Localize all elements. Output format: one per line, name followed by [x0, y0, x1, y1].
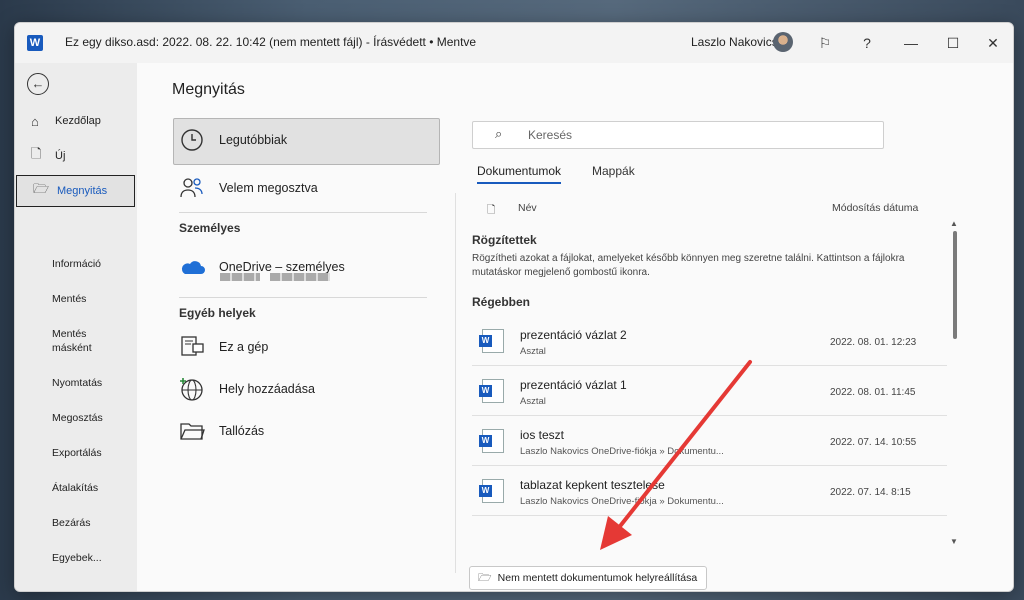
cloud-icon	[179, 254, 205, 280]
document-header-icon: 🗋	[487, 204, 496, 216]
sidebar-item-export[interactable]: Exportálás	[52, 446, 102, 460]
sidebar-item-label: másként	[52, 342, 92, 354]
search-input[interactable]: ⌕ Keresés	[472, 121, 884, 149]
column-header-modified[interactable]: Módosítás dátuma	[832, 202, 918, 214]
sidebar-item-share[interactable]: Megosztás	[52, 411, 103, 425]
sidebar-item-info[interactable]: Információ	[52, 257, 101, 271]
list-item[interactable]: W tablazat kepkent tesztelese Laszlo Nak…	[472, 466, 947, 516]
avatar[interactable]	[773, 32, 793, 52]
column-header-name[interactable]: Név	[518, 202, 537, 214]
location-label: OneDrive – személyes	[219, 260, 345, 274]
page-title: Megnyitás	[172, 81, 245, 98]
location-label: Hely hozzáadása	[219, 382, 315, 396]
file-location: Asztal	[520, 346, 546, 357]
minimize-button[interactable]: —	[901, 33, 921, 53]
sidebar-item-transform[interactable]: Átalakítás	[52, 481, 98, 495]
clock-icon	[179, 127, 205, 153]
section-header-other-places: Egyéb helyek	[179, 306, 256, 320]
location-recent-content[interactable]: Legutóbbiak	[179, 127, 287, 153]
pinned-description: Rögzítheti azokat a fájlokat, amelyeket …	[472, 253, 905, 278]
open-panel: Megnyitás Legutóbbiak Velem megosztva Sz…	[137, 63, 1013, 591]
scroll-down-icon[interactable]: ▼	[950, 537, 958, 546]
word-app-icon: W	[27, 35, 43, 51]
location-shared-with-me[interactable]: Velem megosztva	[179, 175, 318, 201]
divider	[179, 212, 427, 213]
globe-icon	[179, 376, 205, 402]
file-location: Laszlo Nakovics OneDrive-fiókja » Dokume…	[520, 446, 724, 457]
sidebar-item-open[interactable]: 🗁 Megnyitás	[16, 175, 135, 207]
search-icon: ⌕	[495, 126, 503, 141]
section-header-pinned: Rögzítettek	[472, 233, 537, 247]
maximize-button[interactable]: ☐	[943, 33, 963, 53]
sidebar-item-home[interactable]: ⌂ Kezdőlap	[15, 106, 137, 136]
file-name: tablazat kepkent tesztelese	[520, 478, 665, 492]
word-document-icon: W	[479, 479, 504, 503]
close-button[interactable]: ✕	[983, 33, 1003, 53]
list-item[interactable]: W ios teszt Laszlo Nakovics OneDrive-fió…	[472, 416, 947, 466]
title-bar: W Ez egy dikso.asd: 2022. 08. 22. 10:42 …	[15, 23, 1013, 63]
list-item[interactable]: W prezentáció vázlat 2 Asztal 2022. 08. …	[472, 316, 947, 366]
people-icon	[179, 175, 205, 201]
sidebar-item-save[interactable]: Mentés	[52, 292, 86, 306]
file-name: prezentáció vázlat 1	[520, 378, 627, 392]
recover-button-label: Nem mentett dokumentumok helyreállítása	[497, 572, 698, 584]
location-label: Velem megosztva	[219, 181, 318, 195]
location-label: Tallózás	[219, 424, 265, 438]
file-date: 2022. 07. 14. 10:55	[830, 437, 917, 448]
section-header-personal: Személyes	[179, 221, 241, 235]
word-document-icon: W	[479, 429, 504, 453]
sidebar-item-label: Mentés	[52, 328, 87, 340]
tab-folders[interactable]: Mappák	[592, 164, 635, 178]
tab-documents[interactable]: Dokumentumok	[477, 164, 562, 184]
file-list-scrollbar[interactable]: ▲ ▼	[950, 219, 958, 546]
word-backstage-window: W Ez egy dikso.asd: 2022. 08. 22. 10:42 …	[14, 22, 1014, 592]
scrollbar-thumb[interactable]	[953, 231, 957, 339]
folder-icon	[179, 418, 205, 444]
file-location: Asztal	[520, 396, 546, 407]
sidebar-item-new[interactable]: 🗋 Új	[15, 141, 137, 171]
window-title: Ez egy dikso.asd: 2022. 08. 22. 10:42 (n…	[65, 35, 477, 49]
sidebar-item-label: Kezdőlap	[55, 115, 101, 127]
sidebar-item-label: Megnyitás	[57, 185, 108, 197]
file-name: prezentáció vázlat 2	[520, 328, 627, 342]
new-document-icon: 🗋	[31, 146, 42, 161]
search-placeholder: Keresés	[528, 128, 573, 142]
list-item[interactable]: W prezentáció vázlat 1 Asztal 2022. 08. …	[472, 366, 947, 416]
location-add-place[interactable]: Hely hozzáadása	[179, 376, 315, 402]
location-browse[interactable]: Tallózás	[179, 418, 264, 444]
file-date: 2022. 08. 01. 12:23	[830, 337, 917, 348]
section-header-older: Régebben	[472, 295, 531, 309]
file-date: 2022. 07. 14. 8:15	[830, 487, 911, 498]
word-document-icon: W	[479, 379, 504, 403]
file-location: Laszlo Nakovics OneDrive-fiókja » Dokume…	[520, 496, 724, 507]
divider	[179, 297, 427, 298]
recover-unsaved-documents-button[interactable]: 🗁 Nem mentett dokumentumok helyreállítás…	[469, 566, 707, 590]
scroll-up-icon[interactable]: ▲	[950, 219, 958, 228]
user-name[interactable]: Laszlo Nakovics	[691, 35, 778, 49]
file-date: 2022. 08. 01. 11:45	[830, 387, 916, 398]
location-label: Ez a gép	[219, 340, 269, 354]
sidebar-item-print[interactable]: Nyomtatás	[52, 376, 102, 390]
word-document-icon: W	[479, 329, 504, 353]
folder-icon: 🗁	[478, 571, 492, 584]
backstage-sidebar: ← ⌂ Kezdőlap 🗋 Új 🗁 Megnyitás Információ…	[15, 63, 137, 591]
sidebar-item-more[interactable]: Egyebek...	[52, 551, 102, 565]
file-name: ios teszt	[520, 428, 565, 442]
computer-icon	[179, 334, 205, 360]
location-label: Legutóbbiak	[219, 133, 288, 147]
redacted-email	[220, 273, 260, 281]
pane-divider	[455, 193, 456, 573]
sidebar-item-close[interactable]: Bezárás	[52, 516, 91, 530]
feedback-icon[interactable]: ⚐	[815, 33, 835, 53]
sidebar-item-label: Új	[55, 150, 66, 162]
back-arrow-icon[interactable]: ←	[27, 73, 49, 95]
folder-open-icon: 🗁	[33, 181, 50, 196]
help-icon[interactable]: ?	[857, 33, 877, 53]
sidebar-item-save-as[interactable]: Mentés másként	[52, 327, 92, 355]
location-this-pc[interactable]: Ez a gép	[179, 334, 268, 360]
home-icon: ⌂	[31, 113, 39, 129]
redacted-email	[270, 273, 330, 281]
